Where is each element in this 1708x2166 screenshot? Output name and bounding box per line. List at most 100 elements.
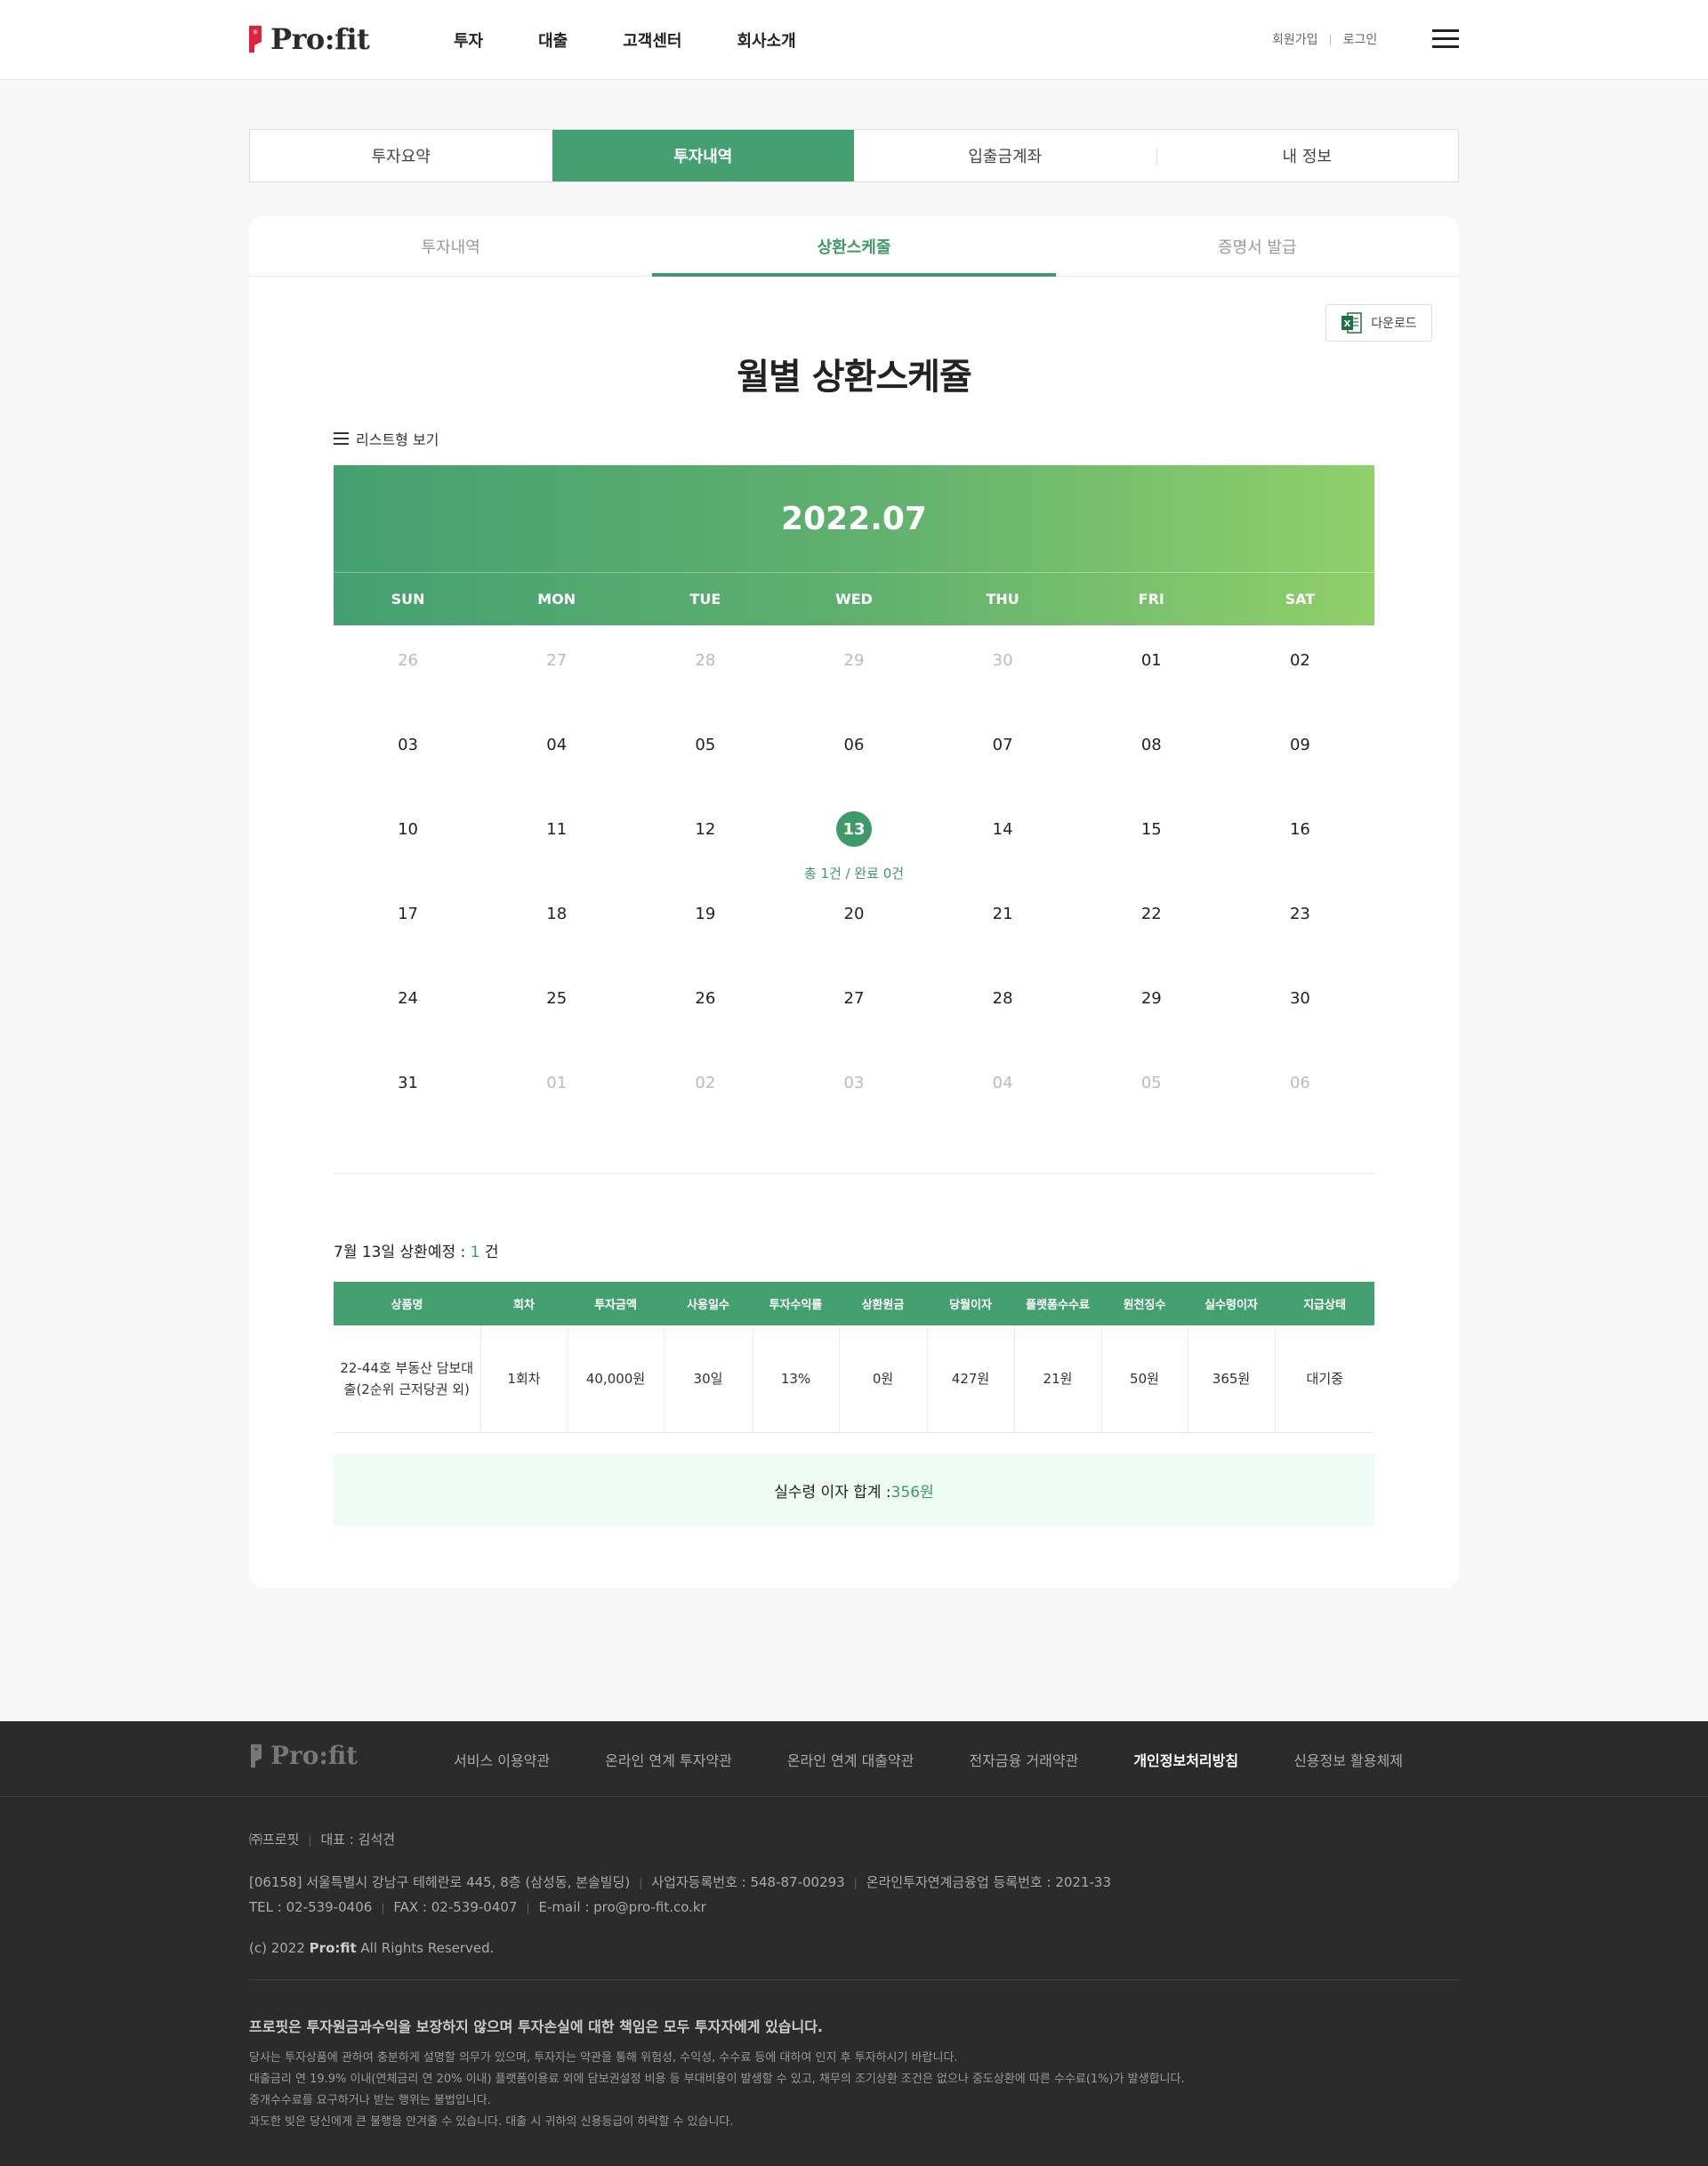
- footer-biz-no: 사업자등록번호 : 548-87-00293: [651, 1874, 845, 1890]
- calendar-date[interactable]: 12: [688, 811, 723, 847]
- col-days: 사용일수: [664, 1282, 753, 1325]
- calendar-date[interactable]: 29: [1133, 980, 1169, 1016]
- calendar-date[interactable]: 26: [391, 642, 426, 678]
- calendar-date[interactable]: 04: [985, 1065, 1020, 1100]
- download-button[interactable]: X 다운로드: [1325, 304, 1432, 342]
- calendar-date[interactable]: 17: [391, 896, 426, 931]
- nav-company[interactable]: 회사소개: [737, 28, 796, 52]
- calendar-cell: 01: [482, 1048, 631, 1132]
- calendar-date[interactable]: 02: [688, 1065, 723, 1100]
- calendar-date[interactable]: 03: [391, 727, 426, 762]
- calendar-cell: 30: [1226, 963, 1374, 1048]
- hamburger-icon[interactable]: [1432, 29, 1459, 49]
- footer-warning: 중개수수료를 요구하거나 받는 행위는 불법입니다.: [249, 2094, 491, 2107]
- cell-principal: 0원: [839, 1325, 928, 1433]
- tab-my-info[interactable]: 내 정보: [1156, 130, 1459, 181]
- calendar-cell: 05: [631, 710, 779, 794]
- footer-logo[interactable]: * Pro:fit: [249, 1741, 358, 1770]
- footer-tel: TEL : 02-539-0406: [249, 1899, 373, 1915]
- nav-support[interactable]: 고객센터: [623, 28, 681, 52]
- cell-round: 1회차: [480, 1325, 568, 1433]
- calendar-cell: 31: [334, 1048, 482, 1132]
- calendar-date[interactable]: 01: [539, 1065, 575, 1100]
- calendar-date[interactable]: 02: [1282, 642, 1317, 678]
- calendar-date-selected[interactable]: 13: [835, 811, 872, 847]
- cell-status: 대기중: [1275, 1325, 1374, 1433]
- calendar-date[interactable]: 28: [688, 642, 723, 678]
- calendar-date[interactable]: 05: [1133, 1065, 1169, 1100]
- calendar-date[interactable]: 19: [688, 896, 723, 931]
- tab-accounts[interactable]: 입출금계좌: [854, 130, 1156, 181]
- footer-address-line: [06158] 서울특별시 강남구 테헤란로 445, 8층 (삼성동, 본솔빌…: [249, 1872, 1111, 1891]
- nav-loan[interactable]: 대출: [538, 28, 568, 52]
- list-view-toggle[interactable]: 리스트형 보기: [334, 428, 439, 449]
- calendar-date[interactable]: 10: [391, 811, 426, 847]
- calendar-date[interactable]: 15: [1133, 811, 1169, 847]
- subtab-history[interactable]: 투자내역: [249, 216, 652, 276]
- calendar-date[interactable]: 06: [836, 727, 872, 762]
- logo[interactable]: * Pro:fit: [247, 21, 370, 57]
- table-row: 22-44호 부동산 담보대출(2순위 근저당권 외) 1회차 40,000원 …: [334, 1325, 1374, 1433]
- calendar-date[interactable]: 25: [539, 980, 575, 1016]
- footer-link[interactable]: 서비스 이용약관: [454, 1749, 550, 1770]
- login-link[interactable]: 로그인: [1343, 30, 1378, 48]
- calendar-date[interactable]: 26: [688, 980, 723, 1016]
- calendar-date[interactable]: 03: [836, 1065, 872, 1100]
- nav-invest[interactable]: 투자: [454, 28, 483, 52]
- calendar-date[interactable]: 16: [1282, 811, 1317, 847]
- schedule-table: 상품명 회차 투자금액 사용일수 투자수익률 상환원금 당월이자 플랫폼수수료 …: [334, 1282, 1374, 1433]
- footer-copyright: (c) 2022 Pro:fit All Rights Reserved.: [249, 1940, 494, 1956]
- footer-contact-line: TEL : 02-539-0406 | FAX : 02-539-0407 | E-ma…: [249, 1899, 706, 1915]
- calendar-date[interactable]: 27: [539, 642, 575, 678]
- footer-email: E-mail : pro@pro-fit.co.kr: [538, 1899, 706, 1915]
- calendar-date[interactable]: 23: [1282, 896, 1317, 931]
- calendar-date[interactable]: 05: [688, 727, 723, 762]
- calendar-date[interactable]: 29: [836, 642, 872, 678]
- calendar-date[interactable]: 14: [985, 811, 1020, 847]
- calendar-date[interactable]: 21: [985, 896, 1020, 931]
- calendar-cell: 29: [1077, 963, 1226, 1048]
- footer-link[interactable]: 전자금융 거래약관: [969, 1749, 1078, 1770]
- footer-top: * Pro:fit 서비스 이용약관 온라인 연계 투자약관 온라인 연계 대출약관…: [0, 1721, 1708, 1797]
- tab-invest-summary[interactable]: 투자요약: [250, 130, 552, 181]
- util-divider: |: [1328, 33, 1333, 45]
- signup-link[interactable]: 회원가입: [1272, 30, 1318, 48]
- calendar-date[interactable]: 28: [985, 980, 1020, 1016]
- calendar-week-row: 03 04 05 06 07 08 09: [334, 710, 1374, 794]
- calendar-date[interactable]: 11: [539, 811, 575, 847]
- calendar-header: 2022.07 SUN MON TUE WED THU FRI SAT: [334, 465, 1374, 625]
- footer-warning-title: 프로핏은 투자원금과수익을 보장하지 않으며 투자손실에 대한 책임은 모두 투…: [249, 2018, 824, 2035]
- calendar-date[interactable]: 27: [836, 980, 872, 1016]
- util-links: 회원가입 | 로그인: [1272, 30, 1377, 48]
- calendar-date[interactable]: 07: [985, 727, 1020, 762]
- calendar-date[interactable]: 30: [1282, 980, 1317, 1016]
- subtab-certificate[interactable]: 증명서 발급: [1056, 216, 1459, 276]
- footer-link[interactable]: 개인정보처리방침: [1133, 1749, 1238, 1770]
- calendar-date[interactable]: 06: [1282, 1065, 1317, 1100]
- footer-link[interactable]: 온라인 연계 투자약관: [605, 1749, 732, 1770]
- calendar-cell: 18: [482, 879, 631, 963]
- tab-invest-history[interactable]: 투자내역: [552, 130, 854, 181]
- calendar-date[interactable]: 20: [836, 896, 872, 931]
- calendar-cell: 15: [1077, 794, 1226, 879]
- calendar-date[interactable]: 09: [1282, 727, 1317, 762]
- schedule-title-prefix: 7월 13일 상환예정 :: [334, 1244, 471, 1261]
- calendar-cell: 13 총 1건 / 완료 0건: [779, 794, 928, 882]
- subtab-schedule[interactable]: 상환스케줄: [652, 216, 1056, 277]
- col-principal: 상환원금: [839, 1282, 927, 1325]
- col-withholding: 원천징수: [1101, 1282, 1188, 1325]
- col-interest: 당월이자: [927, 1282, 1014, 1325]
- calendar-date[interactable]: 22: [1133, 896, 1169, 931]
- calendar-date[interactable]: 24: [391, 980, 426, 1016]
- calendar-date[interactable]: 18: [539, 896, 575, 931]
- calendar-date[interactable]: 30: [985, 642, 1020, 678]
- footer-link[interactable]: 신용정보 활용체제: [1293, 1749, 1403, 1770]
- calendar-cell: 02: [631, 1048, 779, 1132]
- calendar-week-row: 31 01 02 03 04 05 06: [334, 1048, 1374, 1132]
- calendar-date[interactable]: 04: [539, 727, 575, 762]
- calendar-date[interactable]: 01: [1133, 642, 1169, 678]
- calendar-date[interactable]: 31: [391, 1065, 426, 1100]
- calendar-cell: 01: [1077, 625, 1226, 710]
- calendar-date[interactable]: 08: [1133, 727, 1169, 762]
- footer-link[interactable]: 온라인 연계 대출약관: [787, 1749, 914, 1770]
